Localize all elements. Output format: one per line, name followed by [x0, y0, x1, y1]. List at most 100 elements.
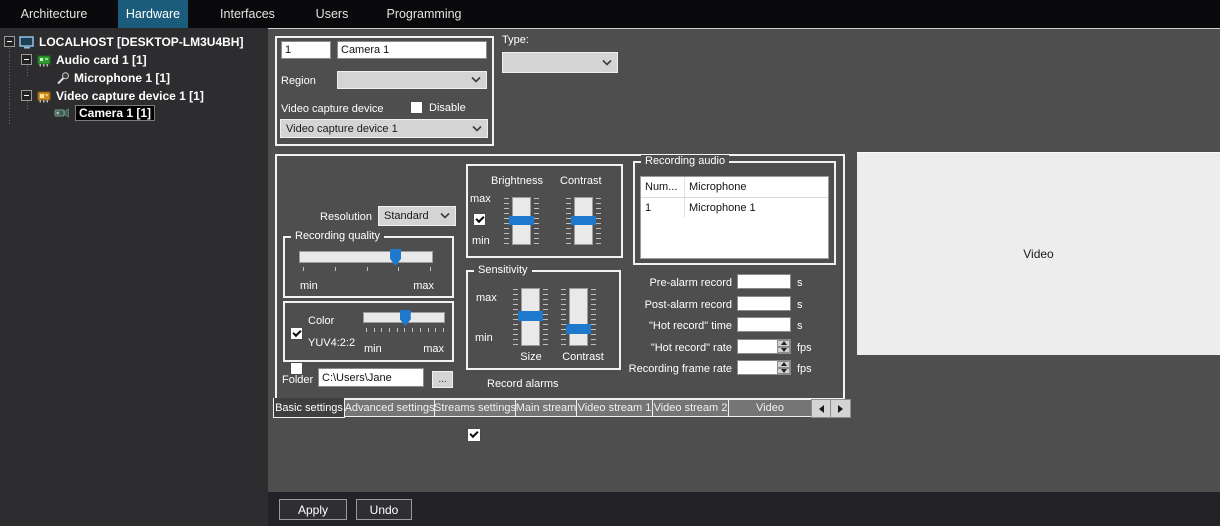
region-select[interactable]: [337, 71, 487, 89]
tab-video[interactable]: Video: [728, 399, 812, 417]
expander-video-device[interactable]: [21, 90, 32, 101]
recording-quality-legend: Recording quality: [291, 230, 384, 242]
color-label: Color: [308, 315, 335, 327]
hot-record-time-input[interactable]: [737, 317, 791, 332]
browse-button-label: ...: [438, 374, 447, 385]
tab-scroll-left-button[interactable]: [811, 399, 832, 418]
recording-frame-rate-unit: fps: [797, 362, 812, 375]
resolution-label: Resolution: [320, 211, 372, 223]
sensitivity-contrast-slider-thumb[interactable]: [566, 324, 591, 335]
disable-label: Disable: [429, 102, 466, 114]
tree-connector: [9, 48, 10, 124]
tree-item-camera[interactable]: Camera 1 [1]: [54, 105, 156, 121]
record-alarms-checkbox[interactable]: [467, 428, 481, 442]
tab-scroll-right-button[interactable]: [830, 399, 851, 418]
tab-interfaces[interactable]: Interfaces: [205, 0, 290, 28]
tick-marks: [543, 289, 548, 345]
color-max-label: max: [423, 342, 444, 355]
sensitivity-min-label: min: [475, 331, 493, 344]
computer-icon: [19, 35, 35, 49]
camera-number-input[interactable]: [281, 41, 331, 59]
camera-name-input[interactable]: [337, 41, 487, 59]
video-capture-device-select[interactable]: Video capture device 1: [280, 119, 488, 138]
type-select[interactable]: [502, 52, 618, 73]
tab-main-stream[interactable]: Main stream: [515, 399, 577, 417]
audio-card-icon: [37, 54, 52, 67]
contrast-slider-thumb[interactable]: [571, 216, 596, 225]
yuv-label: YUV4:2:2: [308, 337, 356, 349]
pre-alarm-record-unit: s: [797, 276, 803, 289]
resolution-select[interactable]: Standard: [378, 206, 456, 226]
spin-down-button[interactable]: [777, 367, 790, 374]
size-slider-track[interactable]: [518, 288, 543, 346]
expander-localhost[interactable]: [4, 36, 15, 47]
tab-streams-settings[interactable]: Streams settings: [434, 399, 516, 417]
color-checkbox[interactable]: [290, 327, 303, 340]
post-alarm-record-input[interactable]: [737, 296, 791, 311]
arrow-right-icon: [838, 404, 843, 413]
tree-connector: [27, 102, 28, 110]
recording-quality-min-label: min: [300, 279, 318, 292]
camera-icon: [54, 107, 71, 119]
tab-advanced-settings[interactable]: Advanced settings: [344, 399, 435, 417]
tab-basic-settings[interactable]: Basic settings: [273, 398, 345, 418]
folder-input[interactable]: [318, 368, 424, 387]
color-min-label: min: [364, 342, 382, 355]
recording-quality-slider-track[interactable]: [299, 249, 433, 266]
contrast-slider-track[interactable]: [571, 197, 596, 245]
device-tree: LOCALHOST [DESKTOP-LM3U4BH] Audio card 1…: [0, 28, 268, 526]
brightness-slider-track[interactable]: [509, 197, 534, 245]
video-capture-device-value: Video capture device 1: [286, 122, 398, 135]
color-slider-track[interactable]: [363, 310, 445, 326]
expander-audio-card[interactable]: [21, 54, 32, 65]
size-slider-label: Size: [520, 350, 542, 363]
recording-audio-table: Num... Microphone 1 Microphone 1: [640, 176, 829, 259]
arrow-left-icon: [819, 404, 824, 413]
pre-alarm-record-label: Pre-alarm record: [649, 276, 732, 289]
recording-frame-rate-spinner: [777, 361, 790, 374]
disable-checkbox[interactable]: [410, 101, 423, 114]
tab-video-stream-1[interactable]: Video stream 1: [576, 399, 653, 417]
brightness-slider-thumb[interactable]: [509, 216, 534, 225]
video-device-icon: [37, 90, 52, 103]
sensitivity-legend: Sensitivity: [474, 264, 532, 276]
tree-connector: [27, 66, 28, 76]
table-row[interactable]: 1 Microphone 1: [641, 198, 828, 218]
sensitivity-max-label: max: [476, 291, 497, 304]
tree-item-localhost[interactable]: LOCALHOST [DESKTOP-LM3U4BH]: [19, 34, 243, 50]
tree-item-audio-card[interactable]: Audio card 1 [1]: [37, 52, 147, 68]
folder-label: Folder: [282, 374, 314, 386]
chevron-down-icon: [472, 123, 482, 135]
size-slider-thumb[interactable]: [518, 310, 543, 321]
hot-record-rate-unit: fps: [797, 341, 812, 354]
tab-hardware[interactable]: Hardware: [118, 0, 188, 28]
tree-item-microphone[interactable]: Microphone 1 [1]: [56, 70, 170, 86]
tree-item-label: Audio card 1 [1]: [56, 53, 147, 67]
spin-down-button[interactable]: [777, 346, 790, 353]
tab-architecture[interactable]: Architecture: [8, 0, 100, 28]
tab-programming[interactable]: Programming: [375, 0, 473, 28]
tick-marks: [303, 267, 431, 271]
type-label: Type:: [502, 34, 529, 46]
video-capture-device-label: Video capture device: [281, 103, 384, 115]
sensitivity-contrast-slider-label: Contrast: [562, 350, 604, 363]
table-header-row: Num... Microphone: [641, 177, 828, 198]
recording-quality-max-label: max: [413, 279, 434, 292]
contrast-label: Contrast: [560, 175, 602, 187]
brightness-checkbox[interactable]: [473, 213, 486, 226]
chevron-down-icon: [602, 57, 612, 69]
tab-users[interactable]: Users: [303, 0, 361, 28]
sensitivity-contrast-slider-track[interactable]: [566, 288, 591, 346]
column-header-num[interactable]: Num...: [641, 177, 685, 197]
undo-button[interactable]: Undo: [356, 499, 412, 520]
chevron-down-icon: [440, 210, 450, 222]
tab-video-stream-2[interactable]: Video stream 2: [652, 399, 729, 417]
video-preview-label: Video: [1023, 247, 1054, 261]
cell-microphone: Microphone 1: [689, 202, 756, 214]
browse-button[interactable]: ...: [432, 371, 453, 388]
tree-item-video-device[interactable]: Video capture device 1 [1]: [37, 88, 204, 104]
column-header-microphone[interactable]: Microphone: [685, 177, 828, 197]
apply-button[interactable]: Apply: [279, 499, 347, 520]
post-alarm-record-unit: s: [797, 298, 803, 311]
pre-alarm-record-input[interactable]: [737, 274, 791, 289]
